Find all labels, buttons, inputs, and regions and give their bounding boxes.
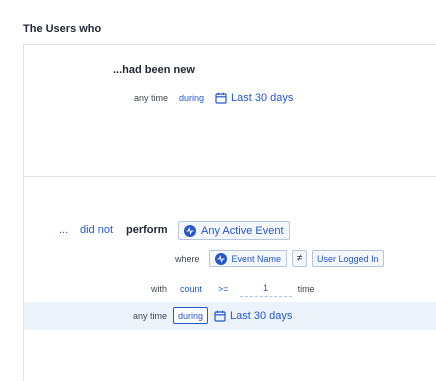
property-selector[interactable]: Event Name [208,250,288,267]
event-name-label: Any Active Event [201,224,284,237]
calendar-icon [215,92,227,104]
count-row: with count >= 1 time [151,280,315,297]
activity-icon [214,252,227,265]
where-row: where Event Name ≠ User Logged In [175,250,384,267]
perform-label: perform [126,224,168,236]
time-row: any time during Last 30 days [133,307,292,324]
where-label: where [175,253,200,264]
time-mode-selector[interactable]: during [173,307,209,324]
metric-selector[interactable]: count [175,280,207,297]
event-selector[interactable]: Any Active Event [178,221,290,240]
cohort-heading: The Users who [23,23,102,35]
calendar-icon [214,310,226,322]
condition-group-new-users: ...had been new any time during Last 30 … [23,44,436,177]
time-unit-label: time [297,283,315,294]
comparator-selector[interactable]: >= [213,280,234,297]
activity-icon [184,224,196,237]
event-row: ... did not perform Any Active Event [24,219,436,242]
operator-selector[interactable]: ≠ [292,250,308,267]
property-value-selector[interactable]: User Logged In [312,250,384,267]
ellipsis-menu[interactable]: ... [59,224,68,236]
with-label: with [151,283,168,294]
property-label: Event Name [231,253,282,264]
negation-toggle[interactable]: did not [80,224,113,236]
any-time-label: any time [133,310,168,321]
condition-group-event: ... did not perform Any Active Event whe… [23,176,436,381]
date-range-label: Last 30 days [230,309,293,322]
date-range-label: Last 30 days [231,91,294,104]
date-range-picker[interactable]: Last 30 days [215,92,293,104]
date-range-picker[interactable]: Last 30 days [214,310,292,322]
any-time-label: any time [134,92,169,103]
time-row: any time during Last 30 days [134,89,293,106]
group-title: ...had been new [113,64,195,76]
time-row-highlighted: any time during Last 30 days [24,302,436,330]
time-mode-selector[interactable]: during [174,89,209,106]
count-input[interactable]: 1 [239,280,292,297]
